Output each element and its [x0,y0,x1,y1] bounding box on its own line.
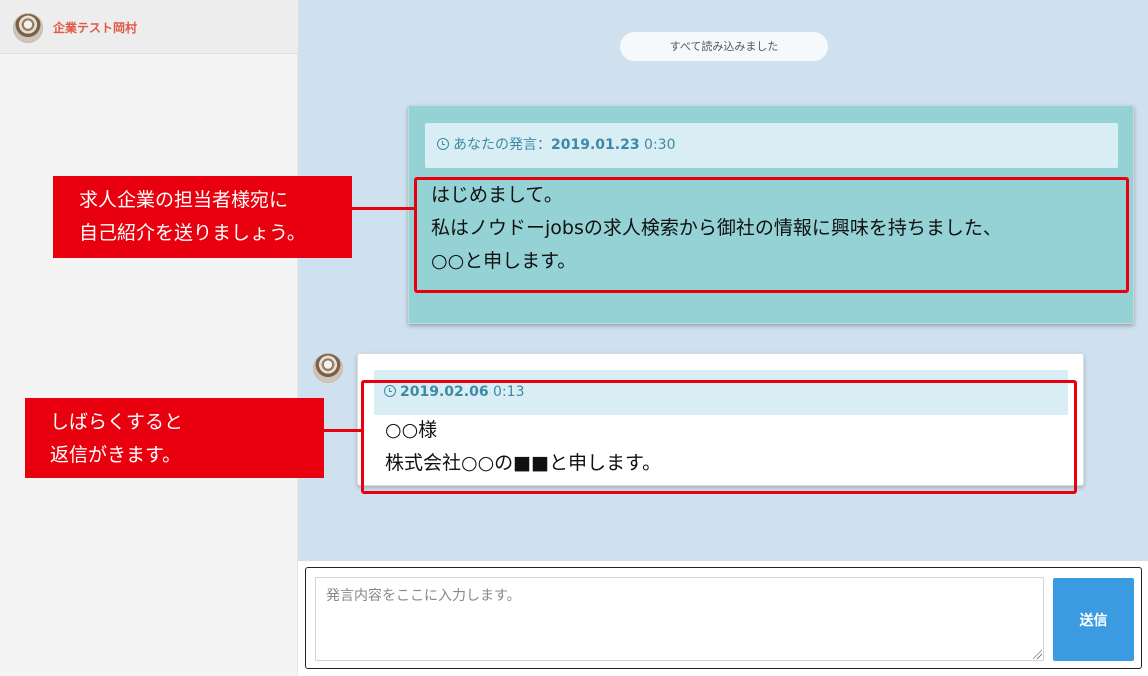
clock-icon [437,138,449,150]
highlight-box [414,177,1129,293]
sidebar: 企業テスト岡村 [0,0,298,676]
load-status-badge: すべて読み込みました [620,32,828,61]
chat-app: 企業テスト岡村 すべて読み込みました あなたの発言：2019.01.23 0:3… [0,0,1148,676]
callout-connector [324,429,364,432]
send-button[interactable]: 送信 [1053,578,1134,661]
callout-connector [352,207,416,210]
meta-prefix: あなたの発言： [453,137,551,153]
callout-line-text: 返信がきます。 [50,444,182,466]
callout-line-text: 求人企業の担当者様宛に [79,189,289,211]
company-avatar [13,13,43,43]
annotation-callout: 求人企業の担当者様宛に 自己紹介を送りましょう。 [53,176,352,258]
annotation-callout: しばらくすると 返信がきます。 [25,398,324,478]
sidebar-item-company[interactable]: 企業テスト岡村 [0,0,298,54]
company-avatar [313,353,343,383]
composer: 送信 [305,567,1142,669]
message-input[interactable] [315,577,1044,661]
highlight-box [361,380,1077,494]
callout-line-text: 自己紹介を送りましょう。 [79,222,306,244]
callout-line-text: しばらくすると [50,411,184,433]
message-time: 0:30 [644,137,676,153]
company-name: 企業テスト岡村 [53,21,138,35]
message-date: 2019.01.23 [551,137,640,153]
message-meta: あなたの発言：2019.01.23 0:30 [425,123,1118,168]
